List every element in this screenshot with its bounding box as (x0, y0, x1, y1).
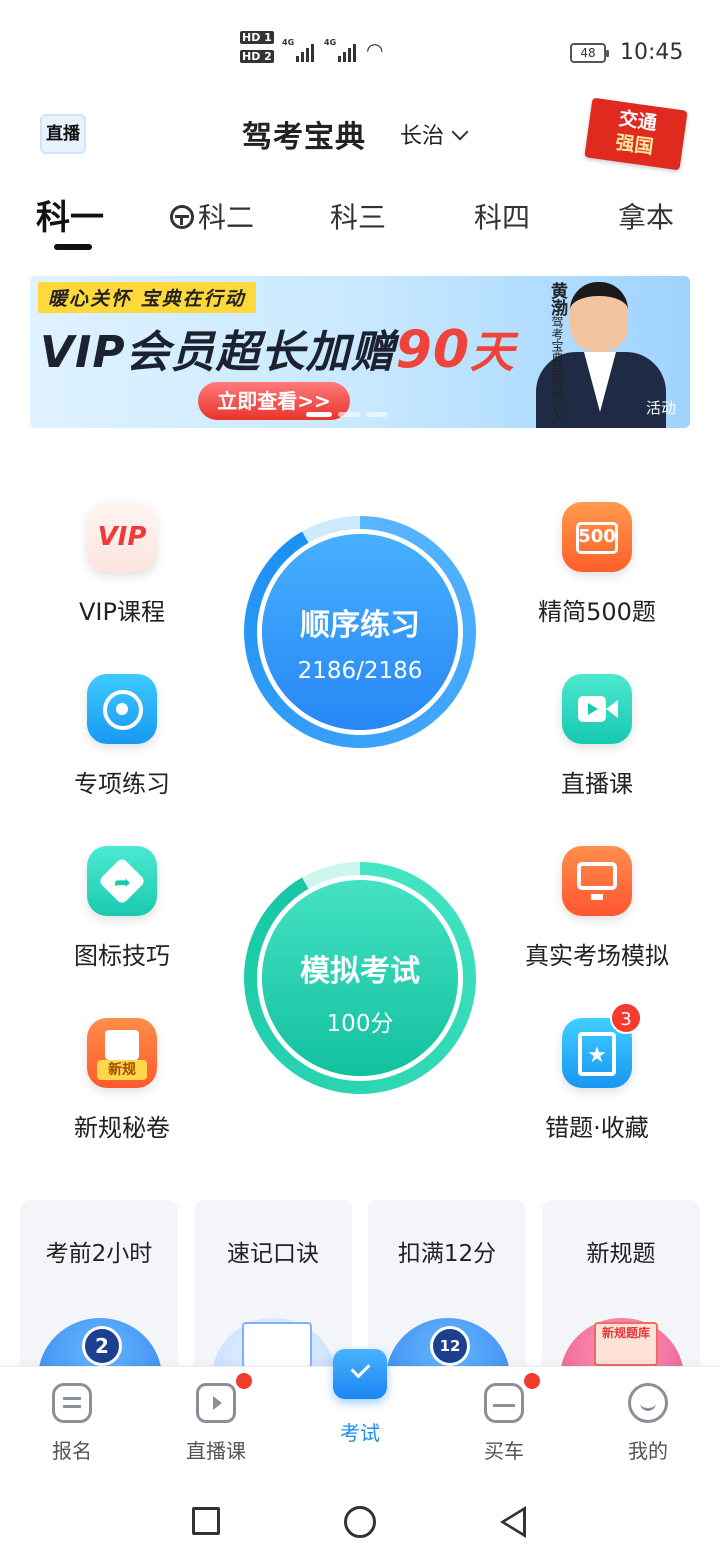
car-icon (484, 1383, 524, 1423)
mock-exam-button[interactable]: 模拟考试 100分 (244, 862, 476, 1094)
tv-icon (196, 1383, 236, 1423)
card-12-points-title: 扣满12分 (397, 1241, 497, 1267)
new-rules-icon: 新规 (87, 1018, 157, 1088)
tab-ke1[interactable]: 科一 (36, 190, 104, 239)
card-mnemonics-title: 速记口诀 (227, 1241, 319, 1267)
nav-exam[interactable]: 考试 (288, 1349, 432, 1446)
bookmark-star-icon: ★ 3 (562, 1002, 642, 1088)
tab-ke2-label: 科二 (198, 201, 255, 234)
nav-live-class-label: 直播课 (186, 1439, 246, 1463)
video-icon (562, 674, 632, 744)
smile-icon (628, 1383, 668, 1423)
recent-apps-icon[interactable] (192, 1507, 220, 1535)
jiaotong-qiangguo-logo[interactable]: 交通 强国 (584, 97, 688, 171)
live-tv-button[interactable]: 直播 (40, 114, 86, 154)
sim2-label: HD 2 (240, 50, 274, 63)
tab-nabenn[interactable]: 拿本 (618, 196, 674, 236)
card-2-hours-before[interactable]: 考前2小时 2 (20, 1200, 178, 1380)
banner-tag: 暖心关怀 宝典在行动 (38, 282, 256, 313)
new-rules-button[interactable]: 新规 新规秘卷 (22, 1018, 222, 1143)
nav-live-class[interactable]: 直播课 (144, 1367, 288, 1464)
mistakes-count-badge: 3 (610, 1002, 642, 1034)
bottom-navigation: 报名 直播课 考试 买车 我的 (0, 1349, 720, 1480)
live-class-button[interactable]: 直播课 (497, 674, 697, 799)
tab-ke3[interactable]: 科三 (330, 196, 386, 236)
nav-register[interactable]: 报名 (0, 1367, 144, 1464)
tab-ke2[interactable]: 科二 (170, 196, 254, 236)
nav-mine[interactable]: 我的 (576, 1367, 720, 1464)
mistakes-favorites-button[interactable]: ★ 3 错题·收藏 (497, 1002, 697, 1143)
battery-icon: 48 (570, 43, 609, 63)
mock-exam-score: 100分 (326, 1011, 394, 1037)
mistakes-favorites-label: 错题·收藏 (545, 1114, 649, 1142)
card-mnemonics[interactable]: 速记口诀 (194, 1200, 352, 1380)
nav-live-class-dot (236, 1373, 252, 1389)
sim-indicators: HD 1 HD 2 (240, 31, 276, 70)
app-title: 驾考宝典 (242, 120, 366, 155)
endorser-caption: 黄渤驾考宝典品牌代言人 (547, 282, 567, 424)
500-icon: 500 (562, 502, 632, 572)
target-icon (87, 674, 157, 744)
streamlined-500-label: 精简500题 (538, 598, 656, 626)
real-exam-sim-button[interactable]: 真实考场模拟 (497, 846, 697, 971)
live-class-label: 直播课 (561, 770, 633, 798)
new-rules-label: 新规秘卷 (74, 1114, 170, 1142)
exam-check-icon (333, 1349, 387, 1399)
vip-course-label: VIP课程 (79, 598, 165, 626)
sim1-label: HD 1 (240, 31, 274, 44)
sequential-practice-progress: 2186/2186 (297, 658, 423, 684)
monitor-icon (562, 846, 632, 916)
road-sign-icon: ➦ (87, 846, 157, 916)
wifi-icon: ◠ (366, 38, 384, 62)
city-label: 长治 (400, 124, 445, 149)
tab-ke4[interactable]: 科四 (474, 196, 530, 236)
nav-buy-car-dot (524, 1373, 540, 1389)
nav-register-label: 报名 (52, 1439, 92, 1463)
card-new-rules-title: 新规题 (586, 1241, 656, 1267)
ad-label: 活动 (645, 399, 676, 417)
card-2-hours-title: 考前2小时 (45, 1241, 153, 1267)
sequential-practice-title: 顺序练习 (300, 608, 420, 643)
signal-2-icon: 4G (324, 38, 356, 62)
subject-tabs: 科一 科二 科三 科四 拿本 (0, 190, 720, 255)
signal-1-icon: 4G (282, 38, 314, 62)
sign-tips-button[interactable]: ➦ 图标技巧 (22, 846, 222, 971)
banner-pagination (306, 412, 388, 417)
mock-exam-disc: 模拟考试 100分 (262, 880, 458, 1076)
app-header: 直播 驾考宝典 长治 交通 强国 (0, 97, 720, 171)
home-icon[interactable] (344, 1506, 376, 1538)
card-new-rules-questions[interactable]: 新规题 新规题库 (542, 1200, 700, 1380)
vip-course-button[interactable]: VIP VIP课程 (22, 502, 222, 627)
sequential-practice-button[interactable]: 顺序练习 2186/2186 (244, 516, 476, 748)
sign-tips-label: 图标技巧 (74, 942, 170, 970)
real-exam-sim-label: 真实考场模拟 (525, 942, 669, 970)
active-tab-indicator (54, 244, 92, 250)
document-icon (52, 1383, 92, 1423)
nav-buy-car[interactable]: 买车 (432, 1367, 576, 1464)
streamlined-500-button[interactable]: 500 精简500题 (497, 502, 697, 627)
nav-exam-label: 考试 (340, 1421, 380, 1445)
banner-headline: VIP会员超长加赠90天 (40, 320, 516, 380)
system-navigation-bar (0, 1480, 720, 1560)
sequential-practice-disc: 顺序练习 2186/2186 (262, 534, 458, 730)
mock-exam-title: 模拟考试 (300, 954, 420, 989)
special-practice-button[interactable]: 专项练习 (22, 674, 222, 799)
clock: 10:45 (620, 40, 684, 65)
vip-icon: VIP (87, 502, 157, 572)
steering-wheel-icon (170, 205, 194, 229)
promo-banner[interactable]: 暖心关怀 宝典在行动 VIP会员超长加赠90天 立即查看>> 黄渤驾考宝典品牌代… (30, 276, 690, 428)
status-bar: HD 1 HD 2 4G 4G ◠ 48 10:45 (0, 0, 720, 100)
back-icon[interactable] (500, 1506, 526, 1538)
nav-buy-car-label: 买车 (484, 1439, 524, 1463)
special-practice-label: 专项练习 (74, 770, 170, 798)
card-12-points[interactable]: 扣满12分 12分 (368, 1200, 526, 1380)
chevron-down-icon (451, 123, 469, 141)
nav-mine-label: 我的 (628, 1439, 668, 1463)
city-selector[interactable]: 长治 (400, 118, 469, 150)
signal-indicators: 4G 4G ◠ (282, 38, 383, 62)
